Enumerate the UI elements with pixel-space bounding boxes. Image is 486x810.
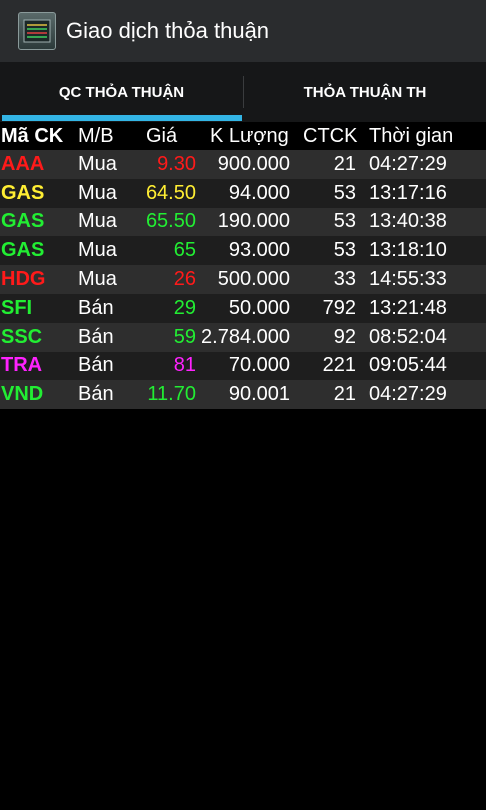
cell-code: HDG xyxy=(1,268,46,291)
cell-volume: 90.001 xyxy=(228,383,290,406)
header-time: Thời gian xyxy=(369,124,454,147)
cell-ctck: 33 xyxy=(333,268,356,291)
tab-thoa-thuan-th[interactable]: THỎA THUẬN TH xyxy=(244,62,486,122)
table-row[interactable]: AAA Mua 9.30 900.000 21 04:27:29 xyxy=(0,150,486,179)
cell-ctck: 21 xyxy=(333,383,356,406)
action-bar: Giao dịch thỏa thuận xyxy=(0,0,486,62)
cell-price: 9.30 xyxy=(157,152,196,175)
cell-code: GAS xyxy=(1,181,45,204)
table-row[interactable]: VND Bán 11.70 90.001 21 04:27:29 xyxy=(0,380,486,410)
table-row[interactable]: HDG Mua 26 500.000 33 14:55:33 xyxy=(0,265,486,294)
cell-ctck: 53 xyxy=(333,239,356,262)
cell-time: 13:21:48 xyxy=(369,296,447,319)
cell-volume: 900.000 xyxy=(217,152,290,175)
header-code: Mã CK xyxy=(1,124,64,147)
cell-time: 08:52:04 xyxy=(369,325,447,348)
cell-price: 65.50 xyxy=(145,210,196,233)
cell-volume: 2.784.000 xyxy=(201,325,290,348)
cell-side: Bán xyxy=(78,325,114,348)
cell-price: 59 xyxy=(173,325,196,348)
cell-side: Mua xyxy=(78,152,117,175)
header-volume: K Lượng xyxy=(210,124,289,147)
table-body: AAA Mua 9.30 900.000 21 04:27:29 GAS Mua 64.50 94… xyxy=(0,150,486,410)
table-row[interactable]: GAS Mua 65 93.000 53 13:18:10 xyxy=(0,236,486,266)
cell-volume: 70.000 xyxy=(228,354,290,377)
cell-time: 13:18:10 xyxy=(369,239,447,262)
header-price: Giá xyxy=(146,124,178,147)
table-row[interactable]: GAS Mua 65.50 190.000 53 13:40:38 xyxy=(0,207,486,237)
cell-code: TRA xyxy=(1,354,43,377)
cell-volume: 94.000 xyxy=(228,181,290,204)
cell-price: 81 xyxy=(173,354,196,377)
cell-ctck: 53 xyxy=(333,181,356,204)
cell-side: Mua xyxy=(78,268,117,291)
table-row[interactable]: SSC Bán 59 2.784.000 92 08:52:04 xyxy=(0,322,486,352)
cell-volume: 190.000 xyxy=(217,210,290,233)
cell-code: VND xyxy=(1,383,44,406)
cell-time: 14:55:33 xyxy=(369,268,447,291)
cell-price: 64.50 xyxy=(145,181,196,204)
board-icon[interactable] xyxy=(18,12,56,50)
cell-time: 09:05:44 xyxy=(369,354,447,377)
cell-code: SSC xyxy=(1,325,43,348)
cell-price: 11.70 xyxy=(147,383,196,406)
cell-volume: 93.000 xyxy=(228,239,290,262)
cell-side: Mua xyxy=(78,239,117,262)
header-ctck: CTCK xyxy=(303,124,358,147)
cell-time: 13:40:38 xyxy=(369,210,447,233)
tab-bar: QC THỎA THUẬN THỎA THUẬN TH xyxy=(0,62,486,122)
cell-volume: 50.000 xyxy=(228,296,290,319)
trade-table: Mã CK M/B Giá K Lượng CTCK Thời gian AAA… xyxy=(0,122,486,410)
cell-side: Bán xyxy=(78,296,114,319)
cell-code: GAS xyxy=(1,239,45,262)
cell-ctck: 221 xyxy=(322,354,356,377)
cell-ctck: 92 xyxy=(333,325,356,348)
tab-qc-thoa-thuan[interactable]: QC THỎA THUẬN xyxy=(0,62,243,122)
cell-price: 65 xyxy=(173,239,196,262)
cell-time: 13:17:16 xyxy=(369,181,447,204)
header-side: M/B xyxy=(78,124,114,147)
table-header: Mã CK M/B Giá K Lượng CTCK Thời gian xyxy=(0,122,486,150)
table-row[interactable]: TRA Bán 81 70.000 221 09:05:44 xyxy=(0,351,486,381)
cell-ctck: 21 xyxy=(333,152,356,175)
cell-side: Mua xyxy=(78,210,117,233)
cell-volume: 500.000 xyxy=(217,268,290,291)
cell-ctck: 792 xyxy=(322,296,356,319)
cell-side: Bán xyxy=(78,383,114,406)
cell-time: 04:27:29 xyxy=(369,152,447,175)
cell-time: 04:27:29 xyxy=(369,383,447,406)
active-tab-indicator xyxy=(2,115,242,121)
cell-code: AAA xyxy=(1,152,45,175)
cell-price: 26 xyxy=(173,268,196,291)
app-title: Giao dịch thỏa thuận xyxy=(66,18,270,43)
cell-side: Bán xyxy=(78,354,114,377)
cell-price: 29 xyxy=(173,296,196,319)
cell-ctck: 53 xyxy=(333,210,356,233)
table-row[interactable]: GAS Mua 64.50 94.000 53 13:17:16 xyxy=(0,178,486,208)
cell-code: GAS xyxy=(1,210,45,233)
table-row[interactable]: SFI Bán 29 50.000 792 13:21:48 xyxy=(0,293,486,323)
cell-code: SFI xyxy=(1,296,33,319)
cell-side: Mua xyxy=(78,181,117,204)
